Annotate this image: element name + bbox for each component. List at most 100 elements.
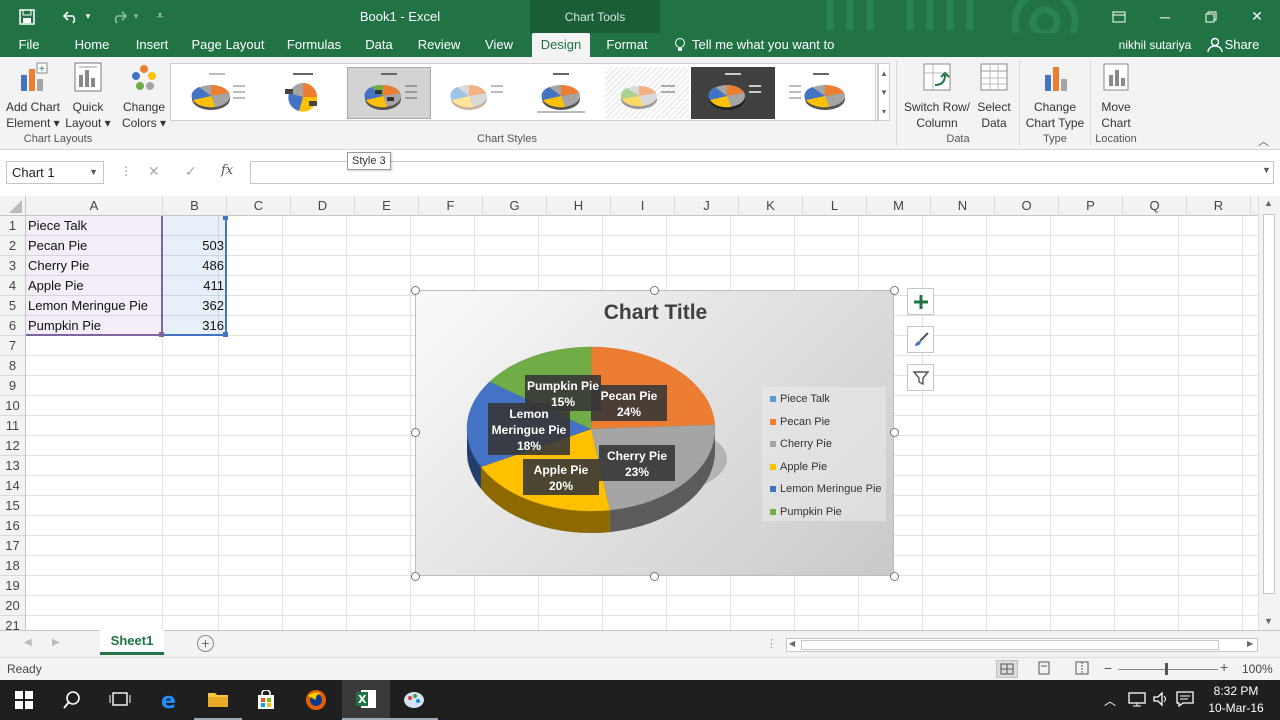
scroll-down-icon[interactable]: ▼ — [1264, 616, 1273, 626]
change-chart-type-button[interactable]: Change Chart Type — [1022, 61, 1088, 131]
column-header-c[interactable]: C — [227, 196, 291, 216]
zoom-in-icon[interactable]: + — [1220, 659, 1228, 675]
share-button[interactable]: Share — [1224, 33, 1260, 57]
new-sheet-icon[interactable]: + — [197, 635, 214, 652]
horizontal-scrollbar[interactable]: ◀ ▶ — [786, 638, 1258, 652]
chart-style-2[interactable] — [261, 67, 345, 119]
change-colors-button[interactable]: Change Colors ▾ — [118, 61, 170, 131]
prev-sheet-icon[interactable]: ◀ — [24, 637, 32, 648]
legend-item[interactable]: Cherry Pie — [770, 436, 832, 452]
tab-home[interactable]: Home — [68, 33, 116, 57]
enter-icon[interactable]: ✓ — [185, 163, 197, 180]
data-label-pecan-pie[interactable]: Pecan Pie 24% — [591, 385, 667, 421]
tab-data[interactable]: Data — [360, 33, 398, 57]
legend-item[interactable]: Pumpkin Pie — [770, 504, 842, 520]
page-break-view-icon[interactable] — [1072, 660, 1094, 678]
system-clock[interactable]: 8:32 PM 10-Mar-16 — [1204, 683, 1268, 717]
volume-icon[interactable] — [1152, 691, 1170, 710]
sheet-tab-sheet1[interactable]: Sheet1 — [100, 630, 164, 655]
chart-style-6[interactable] — [605, 67, 689, 119]
row-header[interactable]: 10 — [0, 396, 25, 416]
vertical-scroll-thumb[interactable] — [1263, 214, 1275, 594]
expand-formula-bar-icon[interactable]: ▼ — [1262, 165, 1271, 175]
cell-b4[interactable]: 411 — [163, 276, 224, 296]
legend-item[interactable]: Apple Pie — [770, 459, 827, 475]
gallery-up-icon[interactable]: ▲ — [879, 64, 889, 83]
data-label-pumpkin-pie[interactable]: Pumpkin Pie 15% — [525, 375, 601, 411]
cell-a1[interactable]: Piece Talk — [28, 216, 87, 236]
column-header-r[interactable]: R — [1187, 196, 1251, 216]
task-view-icon[interactable] — [96, 680, 144, 720]
store-icon[interactable] — [242, 680, 290, 720]
excel-taskbar-icon[interactable]: X — [342, 680, 390, 720]
paint-icon[interactable] — [390, 680, 438, 720]
tab-page-layout[interactable]: Page Layout — [188, 33, 268, 57]
tab-view[interactable]: View — [480, 33, 518, 57]
horizontal-scroll-thumb[interactable] — [801, 640, 1219, 650]
column-header-f[interactable]: F — [419, 196, 483, 216]
row-header[interactable]: 12 — [0, 436, 25, 456]
row-header[interactable]: 7 — [0, 336, 25, 356]
scroll-up-icon[interactable]: ▲ — [1264, 198, 1273, 208]
cell-b2[interactable]: 503 — [163, 236, 224, 256]
start-button[interactable] — [0, 680, 48, 720]
action-center-icon[interactable] — [1176, 691, 1194, 710]
show-hidden-icons-icon[interactable]: ︿ — [1104, 692, 1116, 709]
normal-view-icon[interactable] — [996, 660, 1018, 678]
cell-a2[interactable]: Pecan Pie — [28, 236, 87, 256]
collapse-ribbon-icon[interactable]: ︿ — [1258, 133, 1269, 149]
cell-a4[interactable]: Apple Pie — [28, 276, 84, 296]
redo-dropdown-icon[interactable]: ▾ — [126, 0, 146, 33]
chart-style-5[interactable] — [519, 67, 603, 119]
row-header[interactable]: 15 — [0, 496, 25, 516]
zoom-out-icon[interactable]: − — [1104, 660, 1112, 676]
cell-b5[interactable]: 362 — [163, 296, 224, 316]
tab-formulas[interactable]: Formulas — [282, 33, 346, 57]
select-all-corner[interactable] — [0, 196, 26, 216]
column-header-b[interactable]: B — [163, 196, 227, 216]
gallery-more-icon[interactable]: ▾ — [879, 102, 889, 121]
row-header[interactable]: 13 — [0, 456, 25, 476]
data-label-cherry-pie[interactable]: Cherry Pie 23% — [599, 445, 675, 481]
ribbon-display-options-icon[interactable] — [1096, 0, 1142, 33]
cell-a3[interactable]: Cherry Pie — [28, 256, 89, 276]
column-header-g[interactable]: G — [483, 196, 547, 216]
column-header-a[interactable]: A — [26, 196, 163, 216]
tell-me-input[interactable]: Tell me what you want to do... — [692, 33, 856, 76]
resize-handle[interactable] — [650, 572, 659, 581]
row-header[interactable]: 3 — [0, 256, 25, 276]
scroll-right-icon[interactable]: ▶ — [1247, 639, 1253, 648]
tab-review[interactable]: Review — [412, 33, 466, 57]
row-header[interactable]: 9 — [0, 376, 25, 396]
gallery-scroll[interactable]: ▲ ▼ ▾ — [878, 63, 890, 121]
scroll-left-icon[interactable]: ◀ — [789, 639, 795, 648]
select-data-button[interactable]: Select Data — [972, 61, 1016, 131]
move-chart-button[interactable]: Move Chart — [1094, 61, 1138, 131]
row-header[interactable]: 11 — [0, 416, 25, 436]
chart-style-1[interactable] — [175, 67, 259, 119]
gallery-down-icon[interactable]: ▼ — [879, 83, 889, 102]
chart-style-4[interactable] — [433, 67, 517, 119]
zoom-slider[interactable] — [1118, 669, 1218, 670]
column-header-n[interactable]: N — [931, 196, 995, 216]
chart-legend[interactable]: Piece Talk Pecan Pie Cherry Pie Apple Pie Le… — [762, 387, 886, 521]
close-icon[interactable]: ✕ — [1234, 0, 1280, 33]
tab-split-grip-icon[interactable]: ⋮ — [766, 637, 777, 650]
name-box[interactable]: Chart 1 ▼ — [6, 161, 104, 184]
row-header[interactable]: 5 — [0, 296, 25, 316]
page-layout-view-icon[interactable] — [1034, 660, 1056, 678]
row-header[interactable]: 18 — [0, 556, 25, 576]
column-header-i[interactable]: I — [611, 196, 675, 216]
edge-icon[interactable]: e — [146, 680, 194, 720]
cell-b3[interactable]: 486 — [163, 256, 224, 276]
formula-input[interactable] — [250, 161, 1274, 184]
minimize-icon[interactable]: ─ — [1142, 0, 1188, 33]
row-header[interactable]: 4 — [0, 276, 25, 296]
data-label-apple-pie[interactable]: Apple Pie 20% — [523, 459, 599, 495]
column-header-h[interactable]: H — [547, 196, 611, 216]
chart-style-8[interactable] — [777, 67, 861, 119]
column-header-d[interactable]: D — [291, 196, 355, 216]
vertical-scrollbar[interactable]: ▲ ▼ — [1258, 196, 1280, 630]
tab-format[interactable]: Format — [600, 33, 654, 57]
row-header[interactable]: 16 — [0, 516, 25, 536]
